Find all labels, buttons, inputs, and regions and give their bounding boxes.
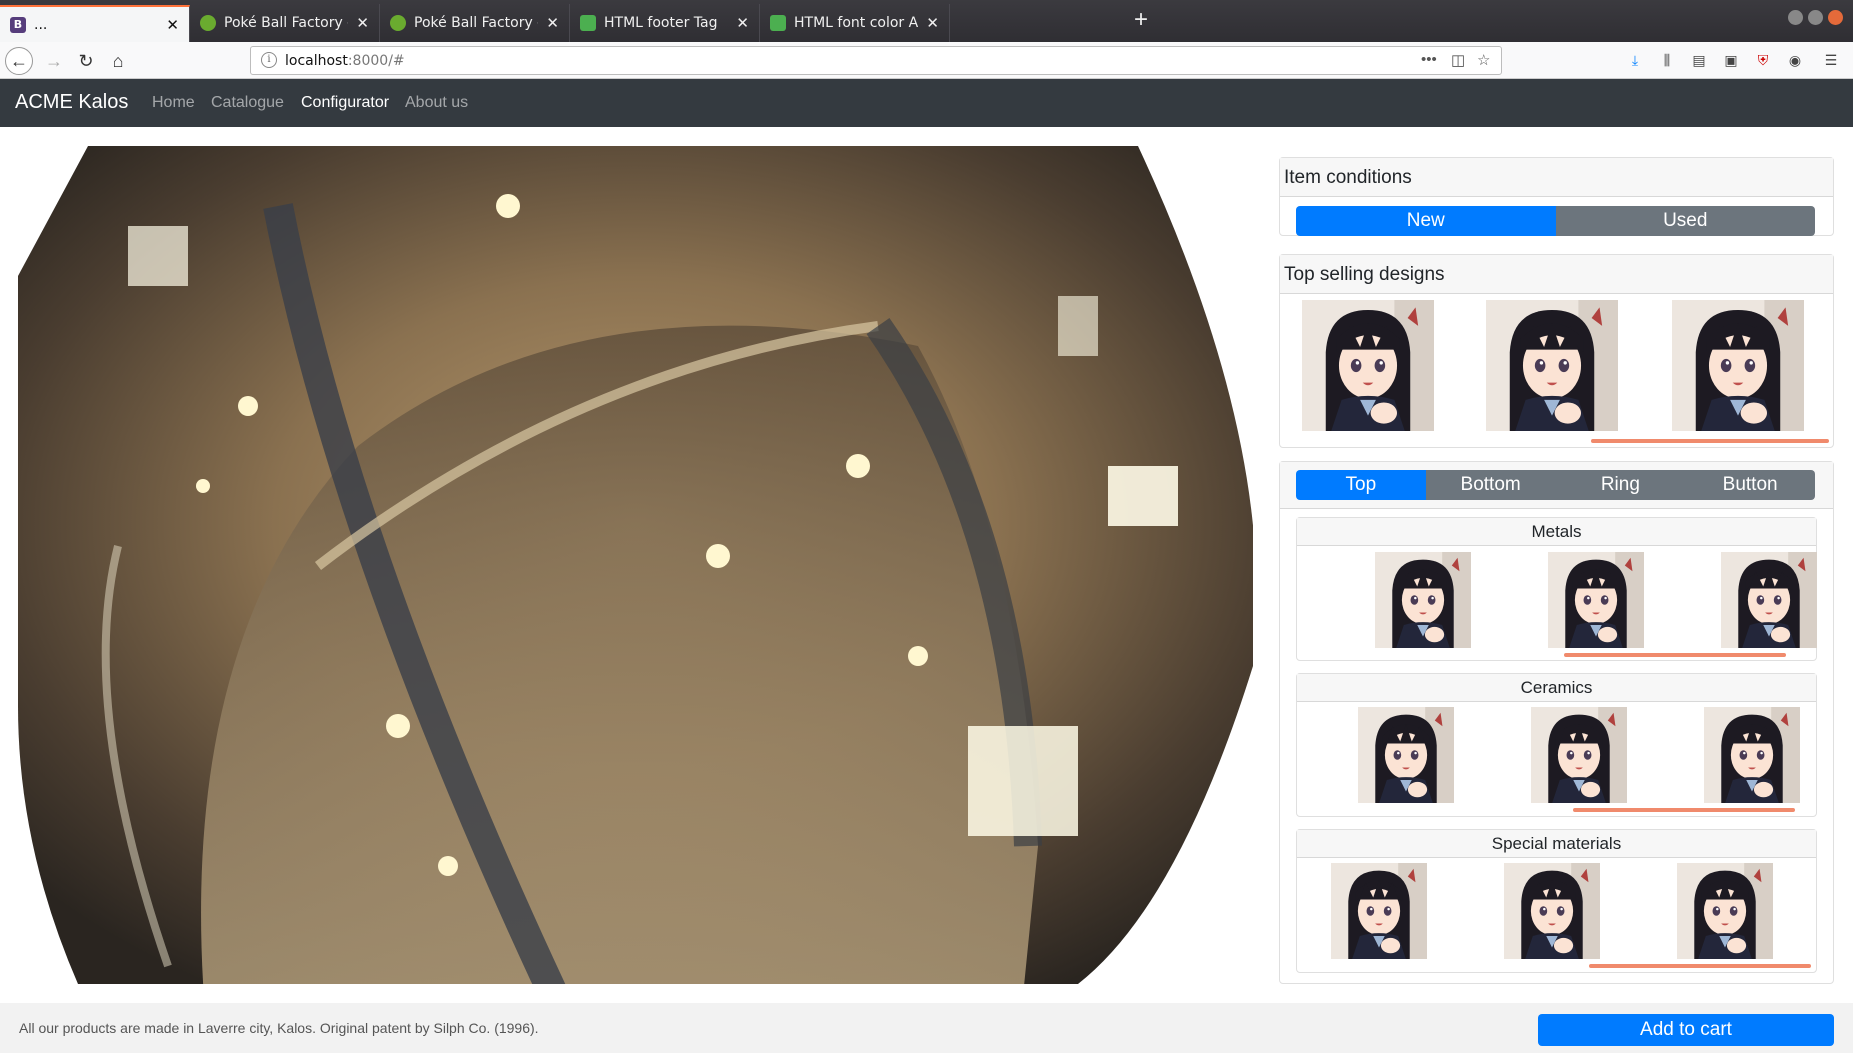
tab-title: HTML font color Attribu (794, 15, 918, 31)
carousel-scrollbar[interactable] (1573, 808, 1795, 812)
tab-title: ... (34, 16, 48, 33)
screenshot-icon[interactable]: ▣ (1722, 52, 1740, 70)
back-icon[interactable]: ← (5, 47, 33, 75)
browser-toolbar: ← → ↻ ⌂ i localhost:8000/# ••• ◫ ☆ ⤓ ⫼ ▤… (0, 42, 1853, 79)
material-thumbnail[interactable] (1548, 552, 1644, 648)
parts-card: Top Bottom Ring Button Metals Ceramics S… (1279, 461, 1834, 984)
carousel-scrollbar[interactable] (1589, 964, 1811, 968)
item-conditions-title: Item conditions (1280, 158, 1833, 197)
bootstrap-icon: B (10, 16, 26, 33)
carousel-scrollbar[interactable] (1564, 653, 1786, 657)
maximize-icon[interactable] (1808, 10, 1823, 25)
category-title: Ceramics (1297, 674, 1816, 702)
page-footer: All our products are made in Laverre cit… (0, 1003, 1853, 1053)
close-icon[interactable]: ✕ (926, 14, 939, 32)
browser-tab-5[interactable]: HTML font color Attribu ✕ (760, 4, 950, 42)
extension-icon[interactable]: ◉ (1786, 52, 1804, 70)
bookmark-star-icon[interactable]: ☆ (1477, 51, 1490, 69)
more-icon[interactable]: ••• (1421, 51, 1437, 68)
browser-tab-1[interactable]: B ... ✕ (0, 5, 190, 42)
nav-catalogue[interactable]: Catalogue (211, 94, 284, 112)
tab-top[interactable]: Top (1296, 470, 1426, 500)
design-thumbnail[interactable] (1302, 300, 1434, 431)
tab-bottom[interactable]: Bottom (1425, 470, 1556, 500)
site-navbar: ACME Kalos Home Catalogue Configurator A… (0, 79, 1853, 127)
condition-toggle: New Used (1296, 206, 1815, 236)
material-thumbnail[interactable] (1721, 552, 1817, 648)
url-text: localhost:8000/# (285, 53, 405, 69)
metals-category: Metals (1296, 517, 1817, 661)
3d-preview-viewer[interactable] (18, 146, 1253, 984)
carousel-scrollbar[interactable] (1591, 439, 1829, 443)
tab-ring[interactable]: Ring (1555, 470, 1686, 500)
condition-used-button[interactable]: Used (1555, 206, 1815, 236)
design-thumbnail[interactable] (1486, 300, 1618, 431)
nav-configurator[interactable]: Configurator (301, 94, 389, 112)
url-bar[interactable]: i localhost:8000/# ••• ◫ ☆ (250, 46, 1502, 75)
top-selling-title: Top selling designs (1280, 255, 1833, 294)
leaf-icon (390, 15, 406, 31)
close-icon[interactable]: ✕ (546, 14, 559, 32)
browser-tab-4[interactable]: HTML footer Tag ✕ (570, 4, 760, 42)
close-icon[interactable]: ✕ (736, 14, 749, 32)
browser-tab-3[interactable]: Poké Ball Factory - Bulba ✕ (380, 4, 570, 42)
forward-icon[interactable]: → (40, 47, 68, 75)
add-to-cart-button[interactable]: Add to cart (1538, 1014, 1834, 1046)
brand-logo[interactable]: ACME Kalos (15, 91, 128, 114)
material-thumbnail[interactable] (1704, 707, 1800, 803)
tab-title: HTML footer Tag (604, 15, 718, 31)
download-icon[interactable]: ⤓ (1626, 52, 1644, 70)
material-thumbnail[interactable] (1504, 863, 1600, 959)
menu-icon[interactable]: ☰ (1822, 52, 1840, 70)
material-thumbnail[interactable] (1677, 863, 1773, 959)
material-thumbnail[interactable] (1375, 552, 1471, 648)
condition-new-button[interactable]: New (1296, 206, 1556, 236)
window-close-icon[interactable] (1828, 10, 1843, 25)
browser-tab-2[interactable]: Poké Ball Factory - Bulba ✕ (190, 4, 380, 42)
new-tab-icon[interactable]: + (1128, 8, 1154, 34)
nav-about-us[interactable]: About us (405, 94, 468, 112)
tab-button[interactable]: Button (1685, 470, 1815, 500)
reload-icon[interactable]: ↻ (72, 47, 100, 75)
nav-home[interactable]: Home (152, 94, 195, 112)
w3-icon (770, 15, 786, 31)
design-thumbnail[interactable] (1672, 300, 1804, 431)
item-conditions-card: Item conditions New Used (1279, 157, 1834, 236)
material-thumbnail[interactable] (1331, 863, 1427, 959)
close-icon[interactable]: ✕ (356, 14, 369, 32)
leaf-icon (200, 15, 216, 31)
url-path: :8000/# (347, 53, 405, 69)
category-title: Metals (1297, 518, 1816, 546)
pocket-icon[interactable]: ◫ (1451, 51, 1465, 69)
tab-title: Poké Ball Factory - Bulba (224, 15, 348, 31)
ceramics-category: Ceramics (1296, 673, 1817, 817)
url-host: localhost (285, 53, 348, 69)
browser-tab-bar: B ... ✕ Poké Ball Factory - Bulba ✕ Poké… (0, 0, 1853, 42)
info-icon[interactable]: i (261, 52, 277, 68)
tab-title: Poké Ball Factory - Bulba (414, 15, 538, 31)
shield-icon[interactable]: ⛨ (1754, 52, 1772, 70)
close-icon[interactable]: ✕ (166, 16, 179, 34)
part-tabs: Top Bottom Ring Button (1296, 470, 1815, 500)
library-icon[interactable]: ⫼ (1658, 52, 1676, 70)
panorama-render (18, 146, 1253, 984)
footer-note: All our products are made in Laverre cit… (19, 1020, 539, 1036)
special-materials-category: Special materials (1296, 829, 1817, 973)
material-thumbnail[interactable] (1531, 707, 1627, 803)
home-icon[interactable]: ⌂ (104, 47, 132, 75)
minimize-icon[interactable] (1788, 10, 1803, 25)
category-title: Special materials (1297, 830, 1816, 858)
material-thumbnail[interactable] (1358, 707, 1454, 803)
sidebar-icon[interactable]: ▤ (1690, 52, 1708, 70)
w3-icon (580, 15, 596, 31)
top-selling-card: Top selling designs (1279, 254, 1834, 448)
